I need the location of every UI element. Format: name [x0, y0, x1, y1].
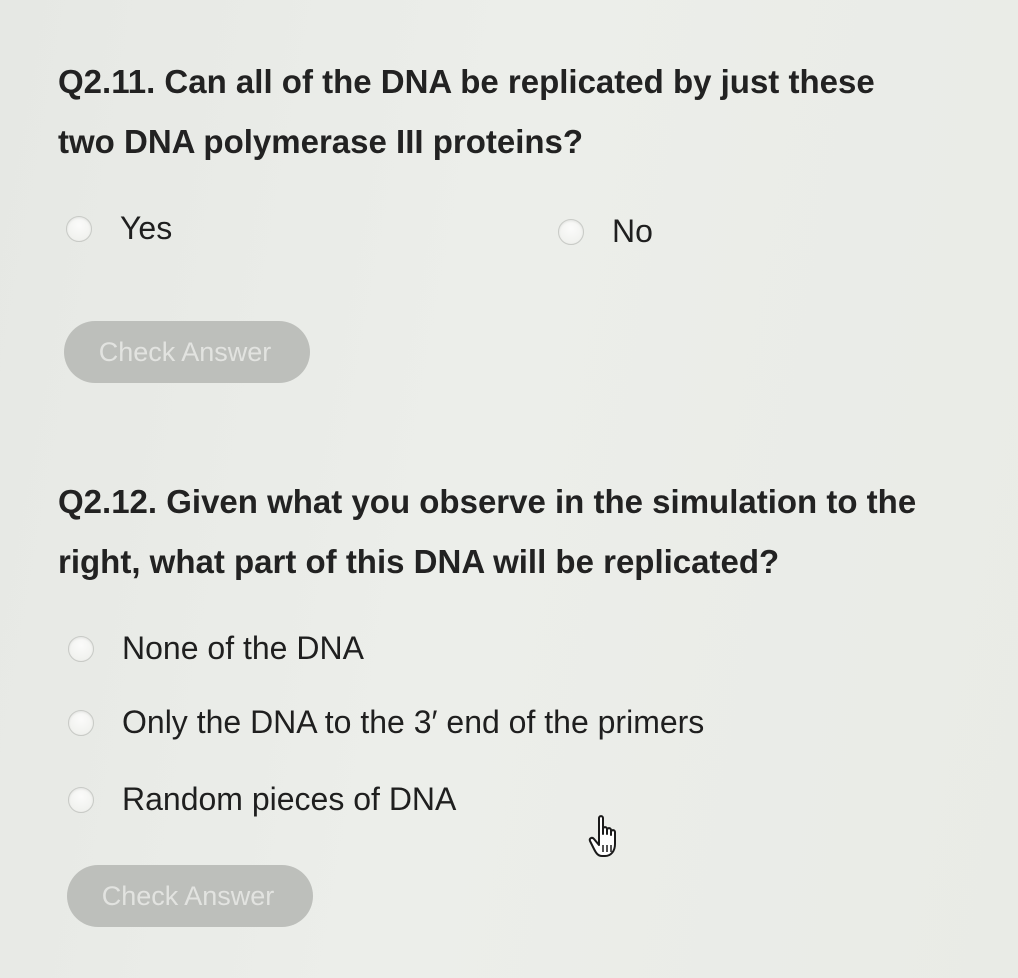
option-label: None of the DNA [122, 630, 364, 666]
check-answer-button-q12[interactable]: Check Answer [67, 865, 313, 927]
radio-random-pieces[interactable] [68, 786, 94, 813]
quiz-page: Q2.11. Can all of the DNA be replicated … [0, 0, 1018, 978]
option-label: Yes [120, 210, 173, 246]
option-no[interactable]: No [558, 213, 653, 250]
radio-yes[interactable] [66, 215, 92, 242]
radio-only-3-prime-end[interactable] [68, 709, 94, 736]
option-random-pieces[interactable]: Random pieces of DNA [68, 781, 456, 818]
radio-none-of-the-dna[interactable] [68, 635, 94, 662]
check-answer-button-q11[interactable]: Check Answer [64, 321, 310, 383]
option-label: Random pieces of DNA [122, 781, 457, 817]
question-text-line-1: Q2.11. Can all of the DNA be replicated … [58, 63, 875, 100]
option-only-3-prime-end[interactable]: Only the DNA to the 3′ end of the primer… [68, 704, 704, 741]
option-yes[interactable]: Yes [66, 210, 172, 247]
question-2-12: Q2.12. Given what you observe in the sim… [58, 472, 998, 592]
radio-no[interactable] [558, 218, 584, 245]
option-none-of-the-dna[interactable]: None of the DNA [68, 630, 364, 667]
option-label: Only the DNA to the 3′ end of the primer… [122, 704, 705, 740]
question-text-line-2: right, what part of this DNA will be rep… [58, 543, 780, 580]
question-text-line-2: two DNA polymerase III proteins? [58, 123, 584, 160]
question-2-11: Q2.11. Can all of the DNA be replicated … [58, 52, 958, 172]
option-label: No [612, 213, 653, 249]
question-text-line-1: Q2.12. Given what you observe in the sim… [58, 483, 917, 520]
hand-pointer-icon [588, 815, 616, 857]
